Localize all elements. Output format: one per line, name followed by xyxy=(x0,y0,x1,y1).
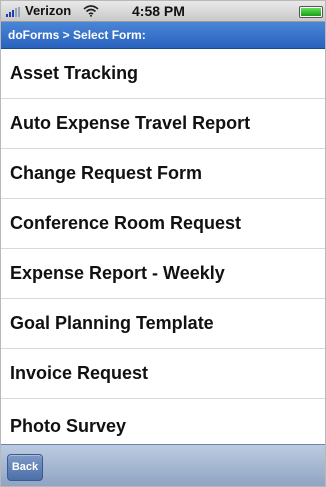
list-item-label: Conference Room Request xyxy=(10,213,242,233)
list-item-label: Invoice Request xyxy=(10,363,149,383)
page-title: doForms > Select Form: xyxy=(8,28,146,42)
list-item[interactable]: Goal Planning Template xyxy=(1,299,325,349)
form-list: Asset Tracking Auto Expense Travel Repor… xyxy=(1,49,325,444)
wifi-icon xyxy=(83,5,99,17)
status-bar: Verizon 4:58 PM xyxy=(1,1,325,22)
list-item[interactable]: Asset Tracking xyxy=(1,49,325,99)
list-item[interactable]: Expense Report - Weekly xyxy=(1,249,325,299)
list-item[interactable]: Invoice Request xyxy=(1,349,325,399)
list-item[interactable]: Change Request Form xyxy=(1,149,325,199)
battery-level xyxy=(301,8,321,16)
battery-icon xyxy=(299,6,323,18)
list-item[interactable]: Auto Expense Travel Report xyxy=(1,99,325,149)
list-item-label: Expense Report - Weekly xyxy=(10,263,225,283)
list-item-label: Goal Planning Template xyxy=(10,313,214,333)
list-item-label: Change Request Form xyxy=(10,163,203,183)
carrier-name: Verizon xyxy=(25,3,72,18)
back-button[interactable]: Back xyxy=(7,454,43,481)
signal-bars-icon xyxy=(6,7,22,17)
nav-bar: doForms > Select Form: xyxy=(1,22,325,49)
list-item-label: Auto Expense Travel Report xyxy=(10,113,251,133)
list-item-label: Photo Survey xyxy=(10,416,127,436)
list-item-label: Asset Tracking xyxy=(10,63,139,83)
bottom-toolbar: Back xyxy=(1,444,325,486)
list-item[interactable]: Conference Room Request xyxy=(1,199,325,249)
phone-screen: Verizon 4:58 PM doForms > Select Form: A… xyxy=(0,0,326,487)
status-time: 4:58 PM xyxy=(132,3,185,19)
list-item[interactable]: Photo Survey xyxy=(1,399,325,444)
